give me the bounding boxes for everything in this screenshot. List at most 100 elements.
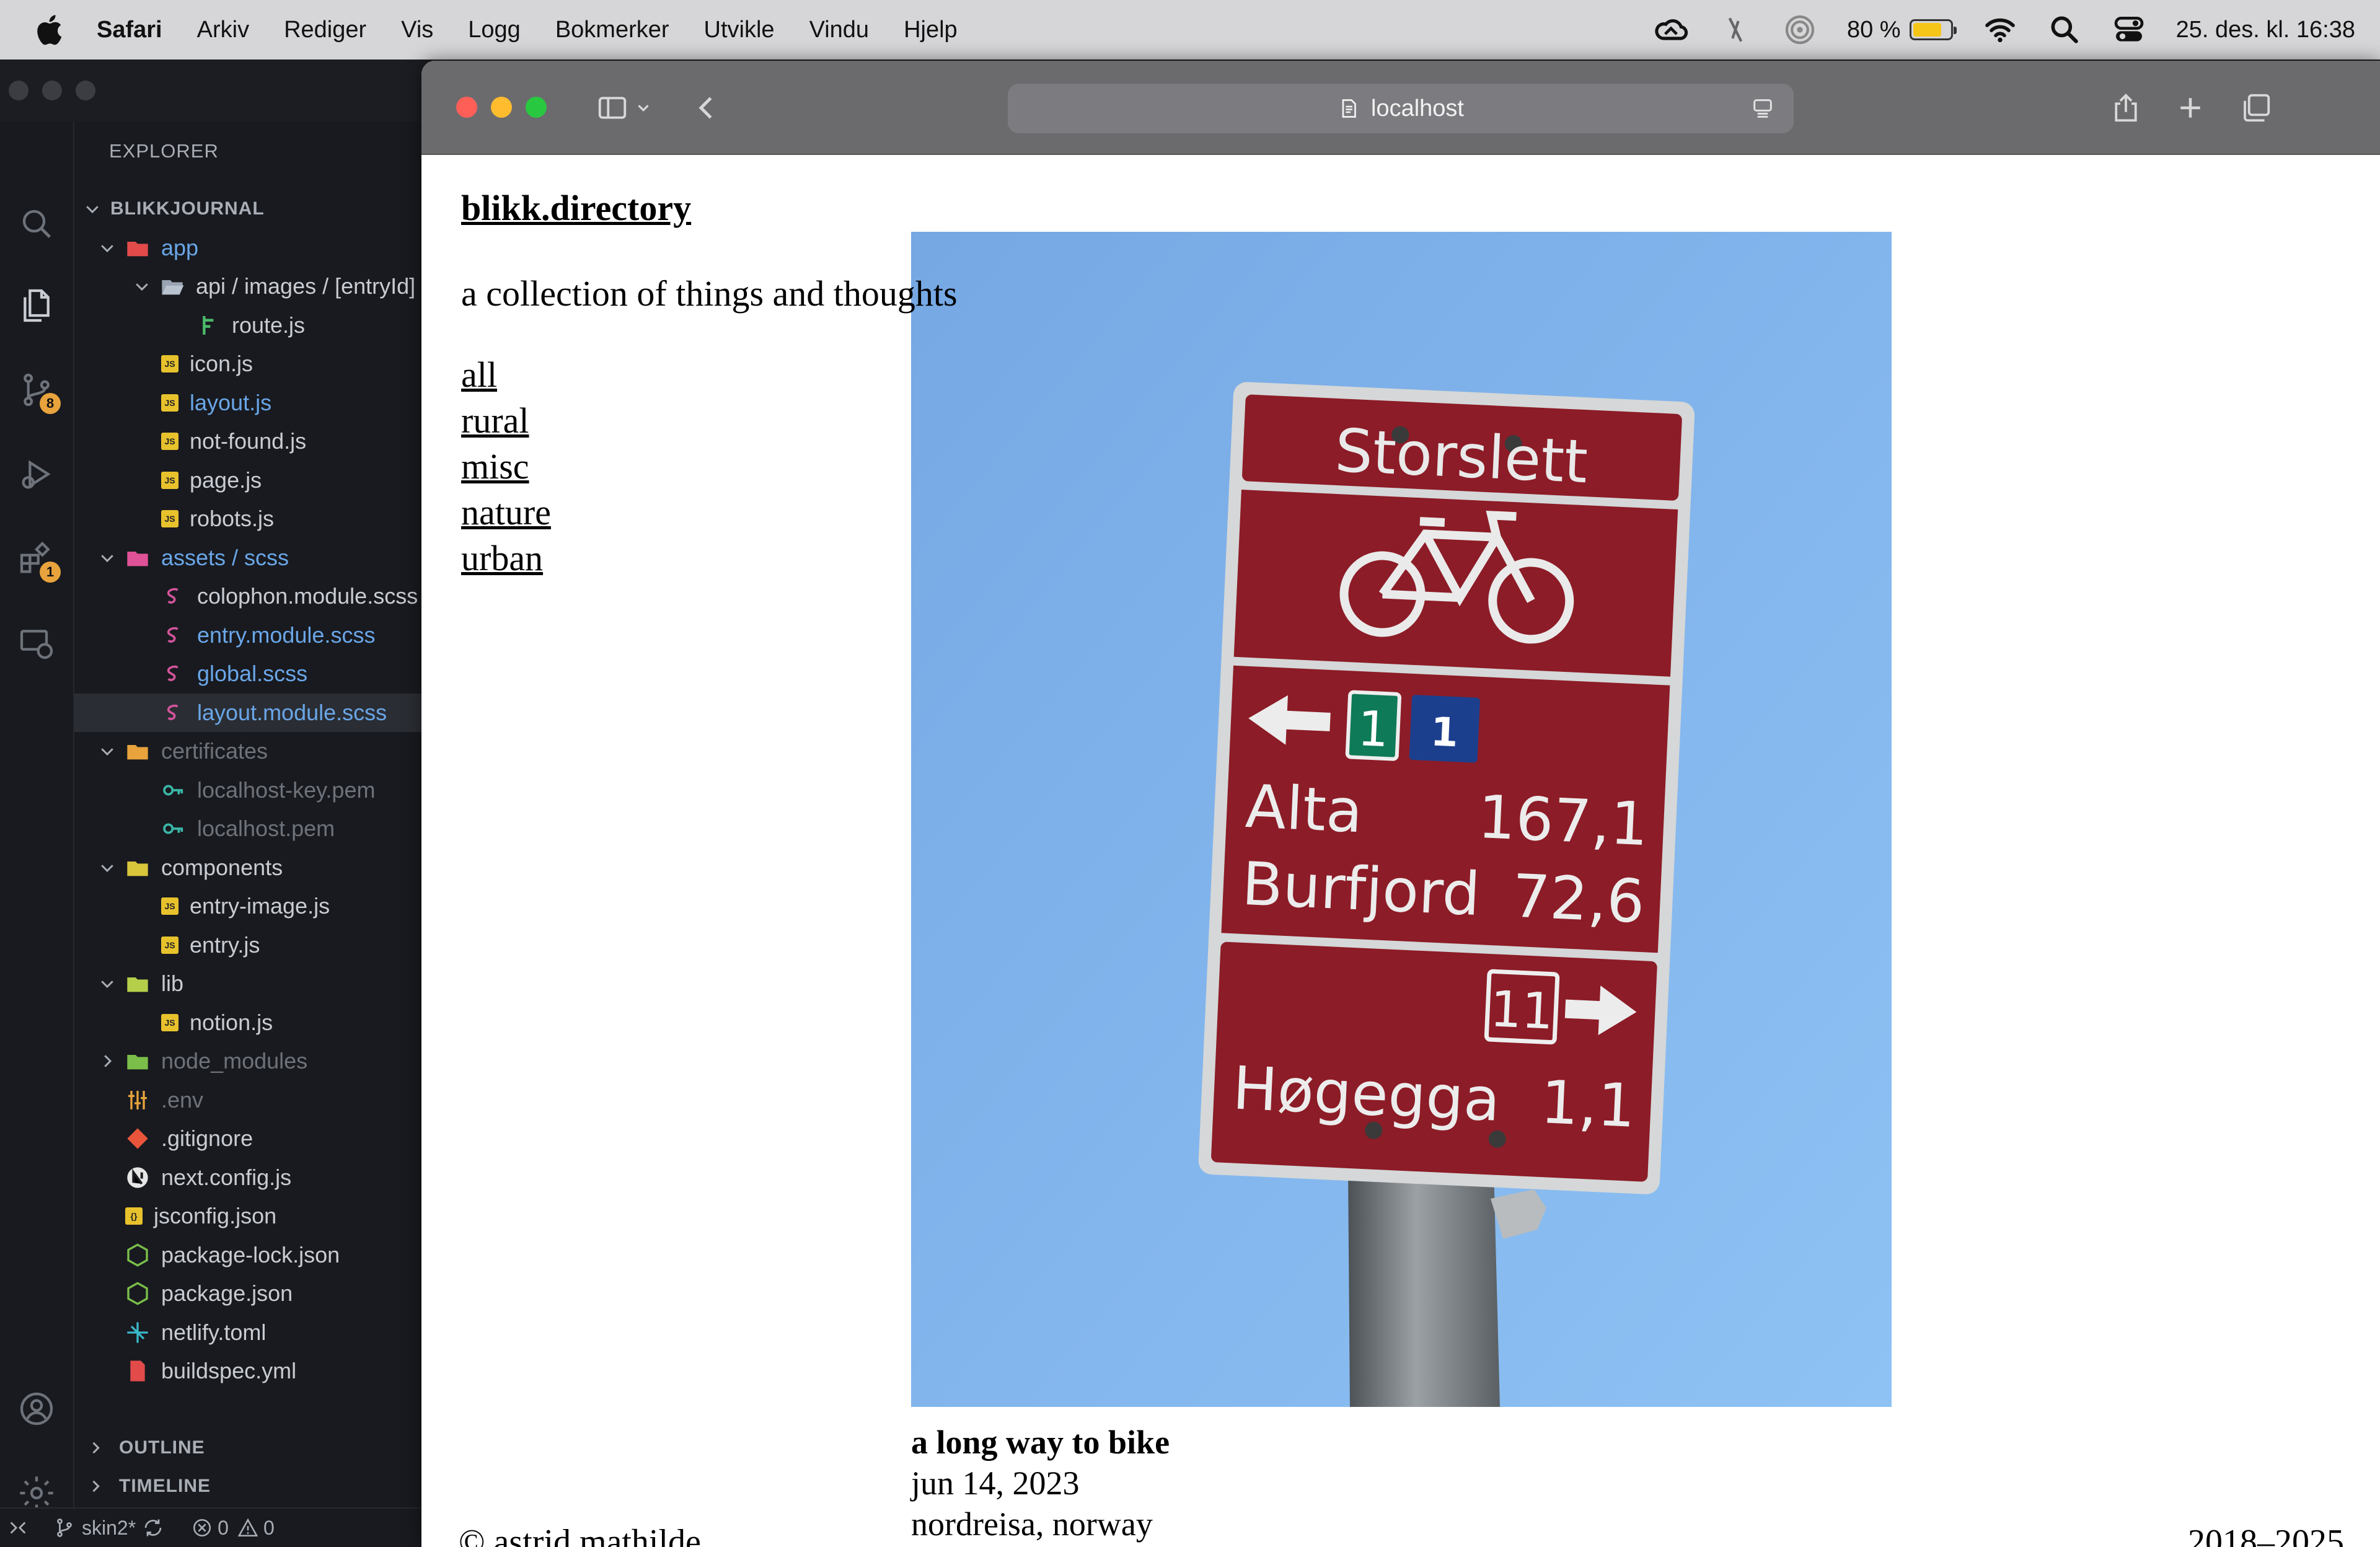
zoom-button[interactable] [526, 97, 547, 118]
tree-item-lib[interactable]: lib [74, 964, 434, 1003]
warning-icon[interactable] [237, 1517, 258, 1538]
source-control-icon[interactable]: 8 [15, 368, 61, 414]
remote-icon[interactable] [7, 1517, 29, 1538]
tree-item-route[interactable]: route.js [74, 306, 434, 345]
nav-link-rural[interactable]: rural [461, 398, 551, 444]
tree-item-global-scss[interactable]: global.scss [74, 654, 434, 694]
author-link[interactable]: astrid mathilde [494, 1523, 701, 1547]
tree-item-page-js[interactable]: JS page.js [74, 461, 434, 500]
search-icon[interactable] [15, 202, 58, 245]
tree-item-package-json[interactable]: package.json [74, 1274, 434, 1313]
tab-overview-button[interactable] [2237, 89, 2275, 126]
close-button[interactable] [456, 97, 477, 118]
outline-panel-header[interactable]: OUTLINE [74, 1429, 434, 1466]
extensions-icon[interactable]: 1 [15, 537, 61, 583]
tree-item-label: global.scss [197, 661, 308, 687]
account-icon[interactable] [15, 1387, 58, 1430]
menu-logg[interactable]: Logg [468, 17, 521, 43]
git-branch-name[interactable]: skin2* [82, 1517, 136, 1540]
share-button[interactable] [2107, 89, 2144, 126]
tree-item-label: layout.js [190, 389, 272, 415]
timeline-panel-header[interactable]: TIMELINE [74, 1468, 434, 1505]
tree-item-icon-js[interactable]: JS icon.js [74, 345, 434, 384]
nav-link-urban[interactable]: urban [461, 536, 551, 581]
tab-group-dropdown[interactable] [631, 89, 656, 126]
menu-safari[interactable]: Safari [97, 17, 162, 43]
reader-mode-icon[interactable] [1750, 96, 1775, 121]
back-button[interactable] [688, 89, 725, 126]
git-branch-icon[interactable] [53, 1517, 76, 1539]
control-center-icon[interactable] [2112, 12, 2146, 47]
menubar-clock[interactable]: 25. des. kl. 16:38 [2176, 17, 2355, 43]
nav-link-misc[interactable]: misc [461, 444, 551, 490]
address-bar[interactable]: localhost [1008, 84, 1794, 133]
tree-item-not-found-js[interactable]: JS not-found.js [74, 422, 434, 461]
menu-hjelp[interactable]: Hjelp [904, 17, 958, 43]
menu-arkiv[interactable]: Arkiv [197, 17, 249, 43]
site-title-link[interactable]: blikk.directory [461, 187, 691, 229]
nav-link-nature[interactable]: nature [461, 490, 551, 536]
tree-item-assets-scss[interactable]: assets / scss [74, 539, 434, 578]
run-debug-icon[interactable] [15, 452, 58, 496]
tree-item-netlify[interactable]: netlify.toml [74, 1313, 434, 1352]
entry-photo[interactable]: Storslett 1 1 Alta 167,1 Burfjord 72,6 1… [911, 232, 1892, 1407]
tree-item-layout-js[interactable]: JS layout.js [74, 384, 434, 423]
menu-bokmerker[interactable]: Bokmerker [555, 17, 669, 43]
sass-icon [167, 704, 178, 720]
sync-icon[interactable] [142, 1517, 164, 1539]
tree-item-entry-js[interactable]: JS entry.js [74, 926, 434, 965]
no-bluetooth-icon[interactable] [1718, 12, 1753, 47]
tree-item-localhost-pem[interactable]: localhost.pem [74, 809, 434, 848]
menu-vis[interactable]: Vis [401, 17, 433, 43]
tree-item-next-config[interactable]: next.config.js [74, 1158, 434, 1197]
tree-item-colophon-scss[interactable]: colophon.module.scss [74, 577, 434, 616]
menu-vindu[interactable]: Vindu [809, 17, 870, 43]
airdrop-icon[interactable] [1783, 12, 1817, 47]
tree-item-entry-scss[interactable]: entry.module.scss [74, 616, 434, 655]
error-icon[interactable] [192, 1517, 213, 1538]
creative-cloud-icon[interactable] [1654, 12, 1688, 47]
apple-icon[interactable] [32, 11, 69, 48]
chevron-down-icon [101, 748, 113, 756]
tree-item-buildspec[interactable]: buildspec.yml [74, 1352, 434, 1391]
tree-item-env[interactable]: .env [74, 1081, 434, 1120]
vscode-zoom-button[interactable] [76, 81, 95, 100]
tree-item-notion-js[interactable]: JS notion.js [74, 1003, 434, 1042]
tree-item-localhost-key[interactable]: localhost-key.pem [74, 771, 434, 810]
remote-explorer-icon[interactable] [15, 621, 58, 664]
tree-item-layout-scss[interactable]: layout.module.scss [74, 693, 434, 732]
tree-item-entry-image-js[interactable]: JS entry-image.js [74, 887, 434, 926]
tree-item-jsconfig[interactable]: {} jsconfig.json [74, 1197, 434, 1236]
tree-item-app[interactable]: app [74, 229, 434, 268]
nav-link-all[interactable]: all [461, 352, 551, 398]
spotlight-search-icon[interactable] [2047, 12, 2082, 47]
timeline-label: TIMELINE [119, 1476, 211, 1496]
warning-count[interactable]: 0 [263, 1517, 275, 1540]
tree-item-components[interactable]: components [74, 848, 434, 888]
tree-item-certificates[interactable]: certificates [74, 732, 434, 771]
js-icon: JS [161, 355, 178, 373]
menu-rediger[interactable]: Rediger [284, 17, 366, 43]
explorer-panel: EXPLORER BLIKKJOURNAL app api / images /… [74, 121, 434, 1547]
tree-item-robots-js[interactable]: JS robots.js [74, 500, 434, 539]
sidebar-toggle-button[interactable] [594, 89, 631, 126]
entry-date: jun 14, 2023 [911, 1465, 1080, 1502]
explorer-files-icon[interactable] [15, 284, 58, 327]
minimize-button[interactable] [491, 97, 512, 118]
vscode-close-button[interactable] [9, 81, 29, 100]
tree-item-gitignore[interactable]: .gitignore [74, 1119, 434, 1158]
battery-status[interactable]: 80 % [1847, 17, 1957, 43]
category-nav: all rural misc nature urban [461, 352, 551, 581]
tree-root[interactable]: BLIKKJOURNAL [74, 190, 434, 229]
tree-item-node-modules[interactable]: node_modules [74, 1042, 434, 1081]
node-icon [127, 1282, 148, 1305]
error-count[interactable]: 0 [218, 1517, 229, 1540]
wifi-icon[interactable] [1983, 12, 2017, 47]
vscode-minimize-button[interactable] [42, 81, 62, 100]
web-page: blikk.directory a collection of things a… [421, 155, 2380, 1547]
menu-utvikle[interactable]: Utvikle [704, 17, 775, 43]
new-tab-button[interactable] [2172, 89, 2209, 126]
tree-item-api-images[interactable]: api / images / [entryId] [74, 267, 434, 306]
sign-dest-alta: Alta [1244, 772, 1364, 846]
tree-item-package-lock[interactable]: package-lock.json [74, 1236, 434, 1275]
